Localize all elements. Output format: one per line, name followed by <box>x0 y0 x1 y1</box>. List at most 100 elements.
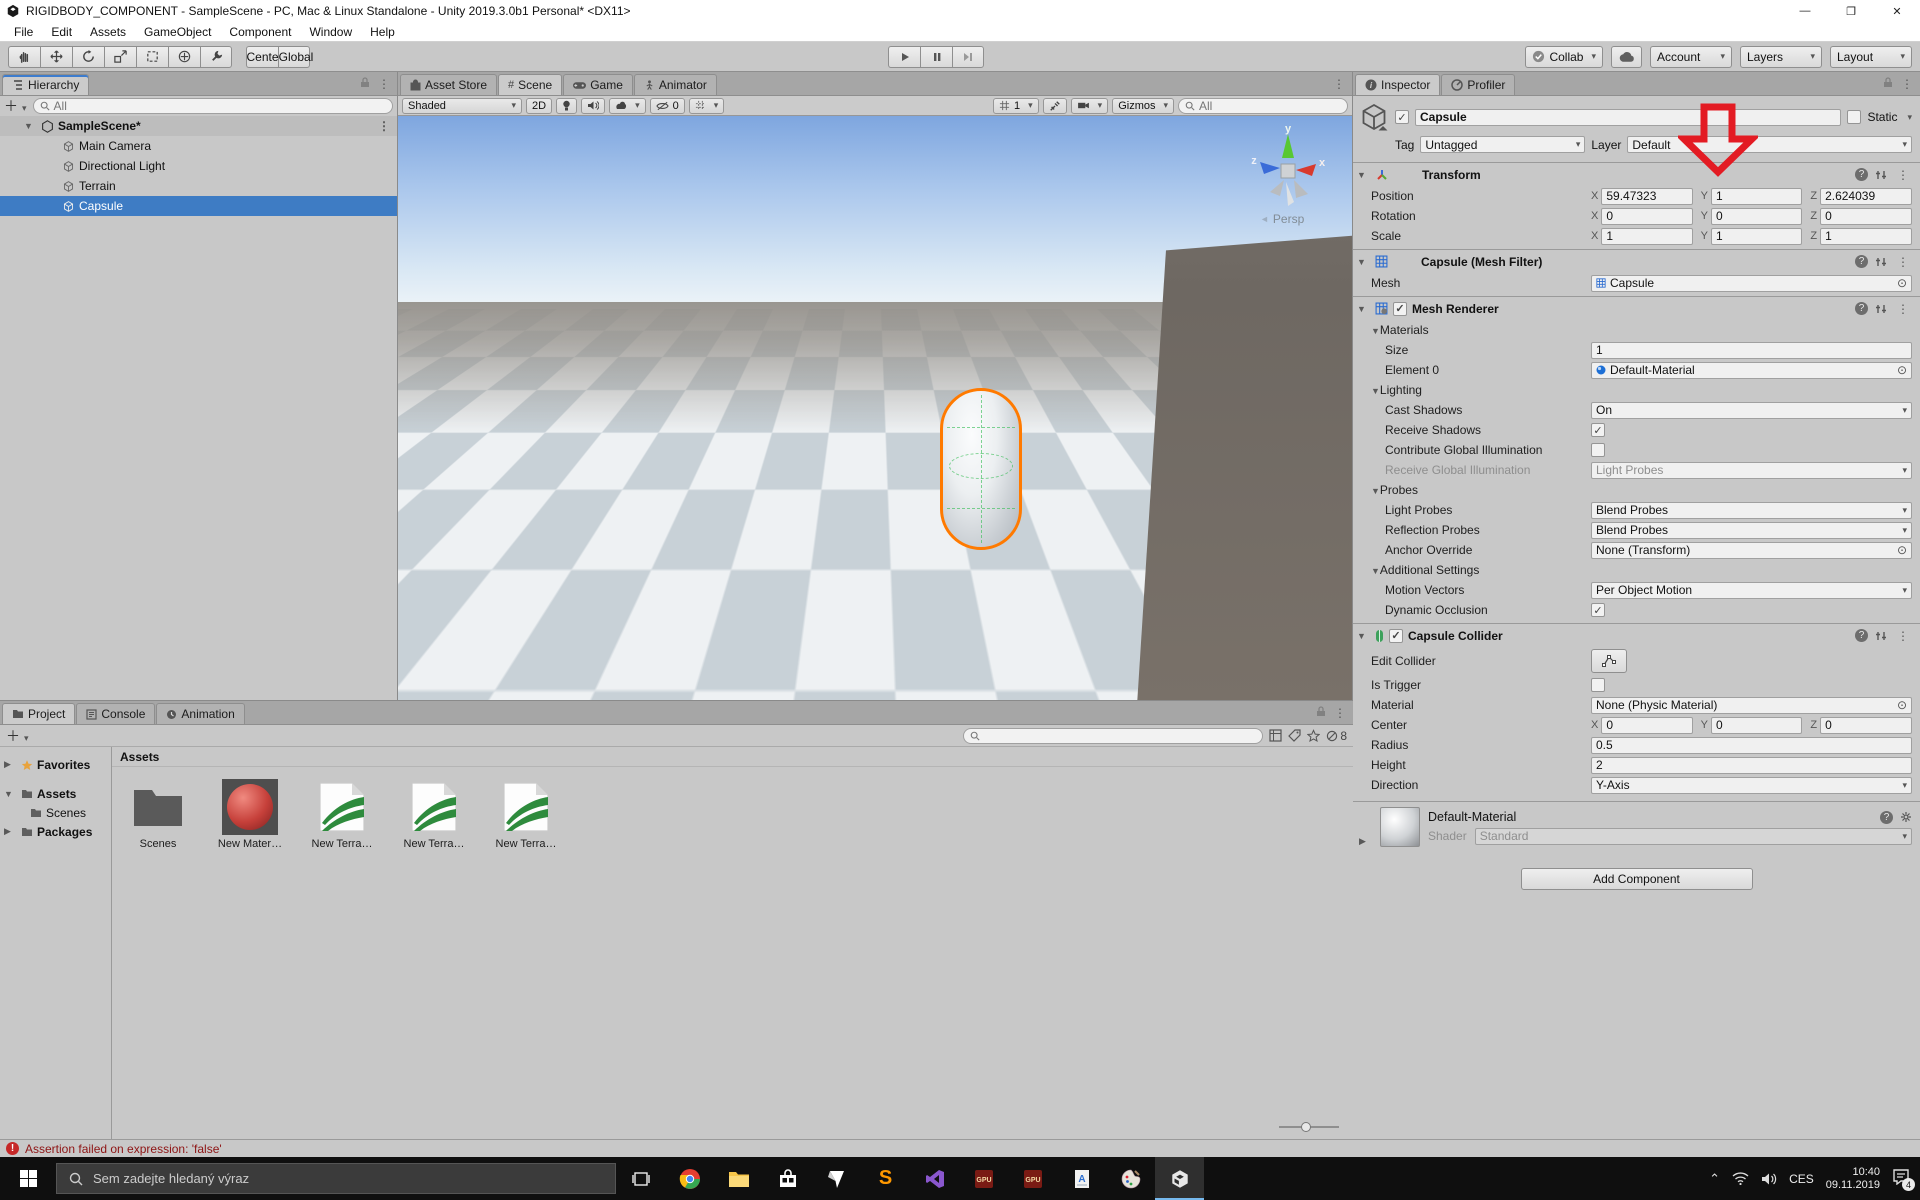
wordpad-icon[interactable]: A <box>1057 1157 1106 1200</box>
panel-menu-icon[interactable]: ⋮ <box>1898 77 1916 91</box>
rotation-z-field[interactable]: 0 <box>1820 207 1913 225</box>
rect-tool-button[interactable] <box>136 45 168 68</box>
step-button[interactable] <box>952 45 984 68</box>
object-picker-icon[interactable]: ⊙ <box>1897 698 1907 712</box>
collab-dropdown[interactable]: Collab ▾ <box>1525 45 1603 68</box>
scene-lighting-button[interactable] <box>556 97 578 114</box>
language-indicator[interactable]: CES <box>1789 1172 1814 1186</box>
presets-icon[interactable] <box>1875 256 1887 268</box>
start-button[interactable] <box>0 1157 56 1200</box>
object-name-field[interactable]: Capsule <box>1415 108 1842 126</box>
project-search-input[interactable] <box>963 727 1264 744</box>
menu-file[interactable]: File <box>6 23 41 41</box>
create-add-button[interactable]: ＋ ▾ <box>4 96 27 116</box>
foldout-arrow-icon[interactable]: ▼ <box>1357 257 1370 267</box>
gpu-z-icon[interactable]: GPU <box>959 1157 1008 1200</box>
scene-grid-dropdown[interactable]: ▾ <box>688 97 725 114</box>
scale-tool-button[interactable] <box>104 45 136 68</box>
active-checkbox[interactable]: ✓ <box>1395 110 1409 124</box>
grid-snap-dropdown[interactable]: 1 ▾ <box>993 97 1039 114</box>
pivot-center-button[interactable]: Center <box>246 45 283 68</box>
menu-help[interactable]: Help <box>362 23 403 41</box>
scale-x-field[interactable]: 1 <box>1601 227 1693 245</box>
edit-collider-button[interactable] <box>1591 649 1627 673</box>
rotation-x-field[interactable]: 0 <box>1601 207 1693 225</box>
collider-center-x-field[interactable]: 0 <box>1601 716 1693 734</box>
object-picker-icon[interactable]: ⊙ <box>1897 276 1907 290</box>
tab-asset-store[interactable]: Asset Store <box>400 74 498 95</box>
capsule-object-selected[interactable] <box>940 388 1022 550</box>
hand-tool-button[interactable] <box>8 45 40 68</box>
mesh-renderer-header[interactable]: ▼ ✓ Mesh Renderer ? ⋮ <box>1353 296 1920 320</box>
menu-window[interactable]: Window <box>301 23 360 41</box>
component-menu-icon[interactable]: ⋮ <box>1894 255 1912 269</box>
tab-inspector[interactable]: i Inspector <box>1355 74 1441 95</box>
foldout-arrow-icon[interactable]: ▼ <box>4 789 17 799</box>
object-picker-icon[interactable]: ⊙ <box>1897 543 1907 557</box>
rotate-tool-button[interactable] <box>72 45 104 68</box>
task-view-button[interactable] <box>616 1157 665 1200</box>
volume-icon[interactable] <box>1761 1172 1777 1186</box>
hierarchy-item-main-camera[interactable]: Main Camera <box>0 136 397 156</box>
help-icon[interactable]: ? <box>1855 255 1868 268</box>
collider-height-field[interactable]: 2 <box>1591 756 1912 774</box>
tree-item-assets[interactable]: ▼ Assets <box>0 784 111 803</box>
help-icon[interactable]: ? <box>1855 302 1868 315</box>
transform-header[interactable]: ▼ Transform ? ⋮ <box>1353 162 1920 186</box>
pivot-global-button[interactable]: Global <box>278 45 313 68</box>
tree-item-favorites[interactable]: ▶ Favorites <box>0 755 111 774</box>
layer-dropdown[interactable]: Default ▾ <box>1627 136 1912 153</box>
is-trigger-checkbox[interactable] <box>1591 678 1605 692</box>
panel-menu-icon[interactable]: ⋮ <box>1330 77 1348 91</box>
scene-audio-button[interactable] <box>581 97 606 114</box>
collider-direction-dropdown[interactable]: Y-Axis ▾ <box>1591 776 1912 794</box>
clock[interactable]: 10:40 09.11.2019 <box>1826 1166 1880 1192</box>
tab-game[interactable]: Game <box>563 74 633 95</box>
position-x-field[interactable]: 59.47323 <box>1601 187 1693 205</box>
shading-mode-dropdown[interactable]: Shaded ▾ <box>402 97 522 114</box>
taskbar-search-input[interactable]: Sem zadejte hledaný výraz <box>56 1163 616 1194</box>
unity-taskbar-icon[interactable] <box>1155 1157 1204 1200</box>
cast-shadows-dropdown[interactable]: On ▾ <box>1591 401 1912 419</box>
menu-assets[interactable]: Assets <box>82 23 134 41</box>
presets-icon[interactable] <box>1875 169 1887 181</box>
search-by-type-icon[interactable] <box>1269 729 1282 742</box>
foldout-arrow-icon[interactable]: ▼ <box>1357 170 1370 180</box>
asset-item-new-terrain-3[interactable]: New Terra… <box>490 779 562 850</box>
visual-studio-icon[interactable] <box>910 1157 959 1200</box>
tab-animation[interactable]: Animation <box>156 703 245 724</box>
menu-component[interactable]: Component <box>221 23 299 41</box>
gpu-z-icon[interactable]: GPU <box>1008 1157 1057 1200</box>
tree-item-packages[interactable]: ▶ Packages <box>0 822 111 841</box>
search-by-label-icon[interactable] <box>1288 729 1301 742</box>
element0-material-field[interactable]: Default-Material ⊙ <box>1591 361 1912 379</box>
component-enabled-checkbox[interactable]: ✓ <box>1393 301 1407 316</box>
materials-size-field[interactable]: 1 <box>1591 341 1912 359</box>
component-menu-icon[interactable]: ⋮ <box>1894 168 1912 182</box>
scene-orientation-gizmo[interactable]: y x z <box>1236 124 1340 216</box>
show-hidden-icons-button[interactable]: ⌃ <box>1709 1171 1720 1187</box>
foldout-arrow-icon[interactable]: ▼ <box>1371 326 1380 336</box>
create-add-button[interactable]: ＋ ▾ <box>6 726 29 746</box>
foldout-arrow-icon[interactable]: ▼ <box>1357 631 1370 641</box>
tab-animator[interactable]: Animator <box>633 74 717 95</box>
hierarchy-item-capsule[interactable]: Capsule <box>0 196 397 216</box>
asset-item-scenes-folder[interactable]: Scenes <box>122 779 194 850</box>
add-component-button[interactable]: Add Component <box>1520 868 1753 890</box>
scene-options-icon[interactable]: ⋮ <box>375 119 393 133</box>
scene-camera-dropdown[interactable]: ▾ <box>1070 97 1109 114</box>
wifi-icon[interactable] <box>1732 1172 1749 1185</box>
lock-icon[interactable] <box>1883 76 1893 91</box>
static-checkbox[interactable] <box>1847 110 1862 124</box>
asset-item-new-terrain-2[interactable]: New Terra… <box>398 779 470 850</box>
collider-radius-field[interactable]: 0.5 <box>1591 736 1912 754</box>
console-status-message[interactable]: Assertion failed on expression: 'false' <box>25 1142 222 1156</box>
chrome-icon[interactable] <box>665 1157 714 1200</box>
hierarchy-search-input[interactable]: All <box>32 98 393 114</box>
perspective-label[interactable]: ◄ Persp <box>1260 212 1304 226</box>
component-menu-icon[interactable]: ⋮ <box>1894 629 1912 643</box>
foldout-arrow-icon[interactable]: ▶ <box>1359 836 1372 847</box>
store-icon[interactable] <box>763 1157 812 1200</box>
layers-dropdown[interactable]: Layers ▾ <box>1740 45 1822 68</box>
account-dropdown[interactable]: Account ▾ <box>1650 45 1732 68</box>
